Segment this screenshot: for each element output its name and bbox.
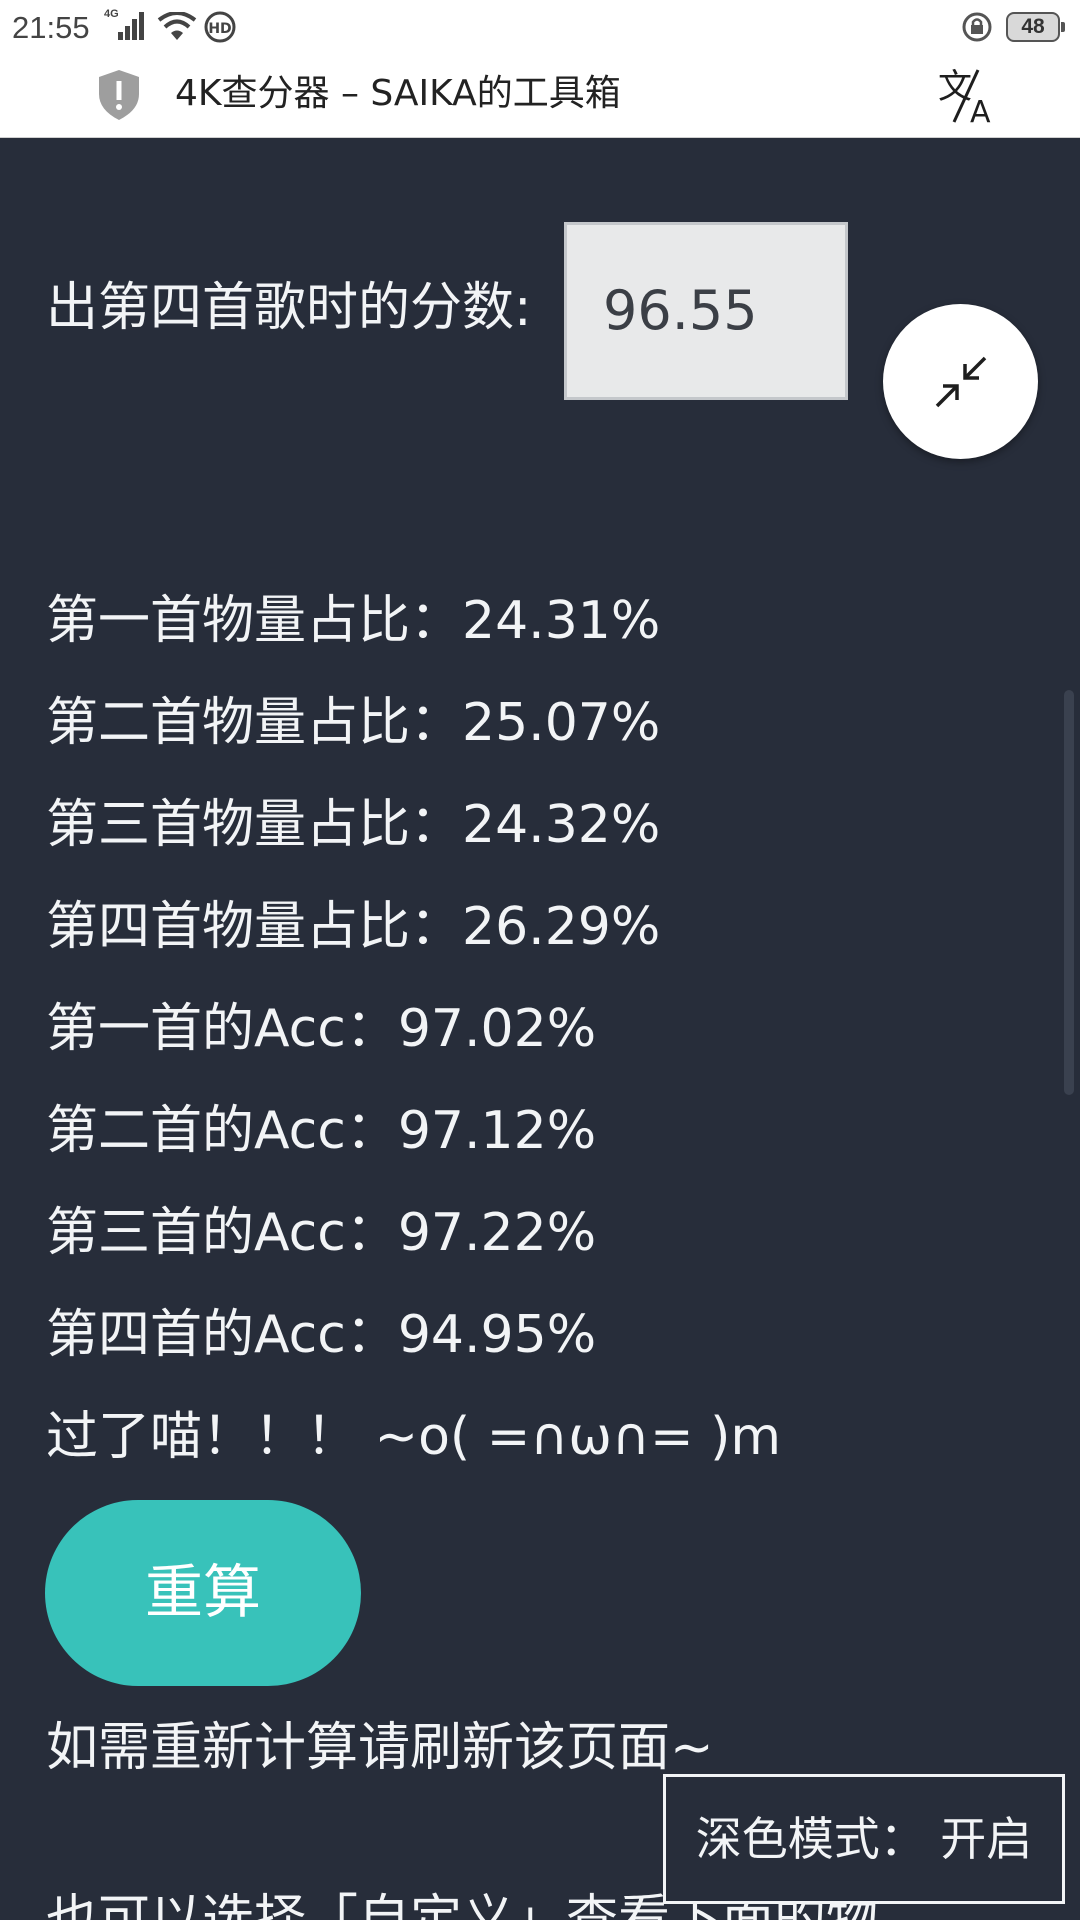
browser-title-bar: 4K查分器 – SAIKA的工具箱 文 A <box>0 54 1080 138</box>
pass-message: 过了喵！！！ ~o( =∩ω∩= )m <box>46 1407 782 1467</box>
score-label: 出第四首歌时的分数: <box>46 278 532 338</box>
result-list: 第一首物量占比：24.31% 第二首物量占比：25.07% 第三首物量占比：24… <box>46 570 781 1488</box>
page-title: 4K查分器 – SAIKA的工具箱 <box>175 73 621 114</box>
dark-mode-toggle[interactable]: 深色模式： 开启 <box>663 1774 1065 1904</box>
result-line: 第一首物量占比：24.31% <box>46 591 661 651</box>
battery-icon: 48 <box>1006 12 1065 42</box>
scrollbar[interactable] <box>1064 690 1074 1095</box>
hd-voice-icon: HD <box>204 11 236 51</box>
result-line: 第二首的Acc：97.12% <box>46 1101 597 1161</box>
result-line: 第四首物量占比：26.29% <box>46 897 661 957</box>
wifi-icon <box>157 11 197 50</box>
refresh-hint: 如需重新计算请刷新该页面~ <box>46 1718 714 1778</box>
cellular-signal-icon: 4G <box>104 8 148 50</box>
svg-text:A: A <box>970 95 991 128</box>
score-row: 出第四首歌时的分数: <box>46 273 532 343</box>
svg-text:文: 文 <box>938 67 972 107</box>
svg-text:HD: HD <box>208 21 231 37</box>
result-line: 第三首物量占比：24.32% <box>46 795 661 855</box>
network-type-label: 4G <box>104 8 119 20</box>
translate-icon[interactable]: 文 A <box>932 64 1002 132</box>
result-line: 第三首的Acc：97.22% <box>46 1203 597 1263</box>
score-input[interactable]: 96.55 <box>564 222 848 400</box>
rotation-lock-icon <box>960 11 994 51</box>
result-line: 第二首物量占比：25.07% <box>46 693 661 753</box>
clock: 21:55 <box>12 10 90 45</box>
status-bar: 21:55 4G HD 48 <box>0 0 1080 54</box>
collapse-button[interactable] <box>883 304 1038 459</box>
collapse-icon <box>935 356 987 408</box>
page-content: 出第四首歌时的分数: 96.55 第一首物量占比：24.31% 第二首物量占比：… <box>0 138 1080 1920</box>
shield-icon[interactable] <box>96 68 142 126</box>
result-line: 第一首的Acc：97.02% <box>46 999 597 1059</box>
result-line: 第四首的Acc：94.95% <box>46 1305 597 1365</box>
recalculate-button[interactable]: 重算 <box>45 1500 361 1686</box>
